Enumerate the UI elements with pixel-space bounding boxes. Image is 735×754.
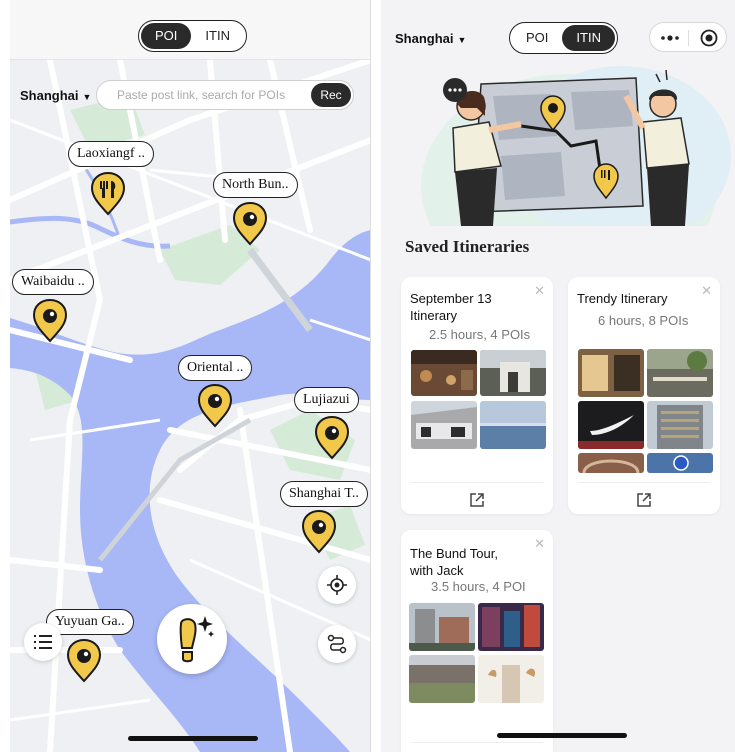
poi-thumbnail[interactable] <box>647 349 713 397</box>
tab-poi[interactable]: POI <box>141 23 192 49</box>
more-icon[interactable] <box>660 33 680 43</box>
itinerary-screen: Shanghai ▼ POI ITIN Saved Itineraries ✕ S… <box>381 0 735 752</box>
locate-icon <box>327 575 347 595</box>
fork-knife-pin-icon[interactable] <box>89 170 127 216</box>
screenshot-root: POI ITIN Shanghai ▼ Paste post link, sear… <box>0 0 735 754</box>
card-title: September 13 Itinerary <box>410 291 492 323</box>
footprint-sparkle-icon <box>179 616 214 663</box>
poi-thumbnail[interactable] <box>409 655 475 703</box>
eye-pin-icon[interactable] <box>231 200 269 246</box>
city-selector[interactable]: Shanghai ▼ <box>20 88 91 103</box>
search-placeholder: Paste post link, search for POIs <box>117 88 286 102</box>
eye-pin-icon[interactable] <box>313 414 351 460</box>
target-icon[interactable] <box>700 29 718 47</box>
mode-switch[interactable]: POI ITIN <box>138 20 247 52</box>
card-meta: 6 hours, 8 POIs <box>598 313 689 328</box>
eye-pin-icon[interactable] <box>31 297 69 343</box>
poi-label-waibaidu[interactable]: Waibaidu .. <box>12 269 94 295</box>
map-screen: POI ITIN Shanghai ▼ Paste post link, sear… <box>10 0 371 752</box>
map-people-illustration <box>421 66 731 226</box>
eye-pin-icon[interactable] <box>65 637 103 683</box>
home-indicator <box>128 736 258 741</box>
eye-pin-icon[interactable] <box>300 508 338 554</box>
poi-thumbnail[interactable] <box>647 401 713 449</box>
home-indicator <box>497 733 627 738</box>
rec-button[interactable]: Rec <box>311 83 351 107</box>
poi-label-north-bund[interactable]: North Bun.. <box>213 172 298 198</box>
poi-thumbnail[interactable] <box>578 453 644 473</box>
itinerary-card[interactable]: ✕ The Bund Tour, with Jack 3.5 hours, 4 … <box>401 530 553 752</box>
poi-thumbnail[interactable] <box>578 401 644 449</box>
poi-thumbnail[interactable] <box>647 453 713 473</box>
poi-label-laoxiangf[interactable]: Laoxiangf .. <box>68 141 155 167</box>
card-divider <box>411 742 543 743</box>
mode-switch[interactable]: POI ITIN <box>509 22 618 54</box>
caret-down-icon: ▼ <box>82 92 92 102</box>
mini-program-capsule <box>649 22 727 52</box>
poi-label-lujiazui[interactable]: Lujiazui <box>294 387 359 413</box>
saved-itineraries-title: Saved Itineraries <box>405 237 530 256</box>
card-meta: 3.5 hours, 4 POI <box>431 579 526 594</box>
city-name: Shanghai <box>20 88 79 103</box>
locate-button[interactable] <box>318 566 356 604</box>
tab-itin[interactable]: ITIN <box>562 25 615 51</box>
route-icon <box>327 634 347 654</box>
itinerary-card[interactable]: ✕ September 13 Itinerary 2.5 hours, 4 PO… <box>401 277 553 514</box>
card-meta: 2.5 hours, 4 POIs <box>429 327 531 342</box>
list-icon <box>34 635 52 649</box>
poi-thumbnail[interactable] <box>411 401 477 449</box>
card-divider <box>411 482 543 483</box>
card-title: The Bund Tour, with Jack <box>410 546 498 578</box>
share-external-icon[interactable] <box>469 492 485 508</box>
route-button[interactable] <box>318 625 356 663</box>
eye-pin-icon[interactable] <box>196 382 234 428</box>
caret-down-icon: ▼ <box>457 35 467 45</box>
ai-plan-button[interactable] <box>157 604 227 674</box>
search-bar[interactable]: Paste post link, search for POIs Rec <box>96 80 354 110</box>
share-external-icon[interactable] <box>636 492 652 508</box>
poi-thumbnail[interactable] <box>478 603 544 651</box>
close-icon[interactable]: ✕ <box>534 283 545 299</box>
poi-thumbnail[interactable] <box>480 350 546 396</box>
tab-poi[interactable]: POI <box>512 25 562 51</box>
poi-thumbnail[interactable] <box>409 603 475 651</box>
poi-label-shanghai-tower[interactable]: Shanghai T.. <box>280 481 368 507</box>
poi-thumbnail[interactable] <box>411 350 477 396</box>
city-name: Shanghai <box>395 31 454 46</box>
poi-thumbnail[interactable] <box>480 401 546 449</box>
poi-thumbnail[interactable] <box>578 349 644 397</box>
close-icon[interactable]: ✕ <box>534 536 545 552</box>
list-button[interactable] <box>24 623 62 661</box>
poi-label-oriental[interactable]: Oriental .. <box>178 355 253 381</box>
card-divider <box>578 482 710 483</box>
tab-itin[interactable]: ITIN <box>191 23 244 49</box>
poi-thumbnail[interactable] <box>478 655 544 703</box>
card-title: Trendy Itinerary <box>577 291 668 306</box>
capsule-divider <box>688 30 689 46</box>
city-selector[interactable]: Shanghai ▼ <box>395 31 466 46</box>
itinerary-card[interactable]: ✕ Trendy Itinerary 6 hours, 8 POIs <box>568 277 720 514</box>
